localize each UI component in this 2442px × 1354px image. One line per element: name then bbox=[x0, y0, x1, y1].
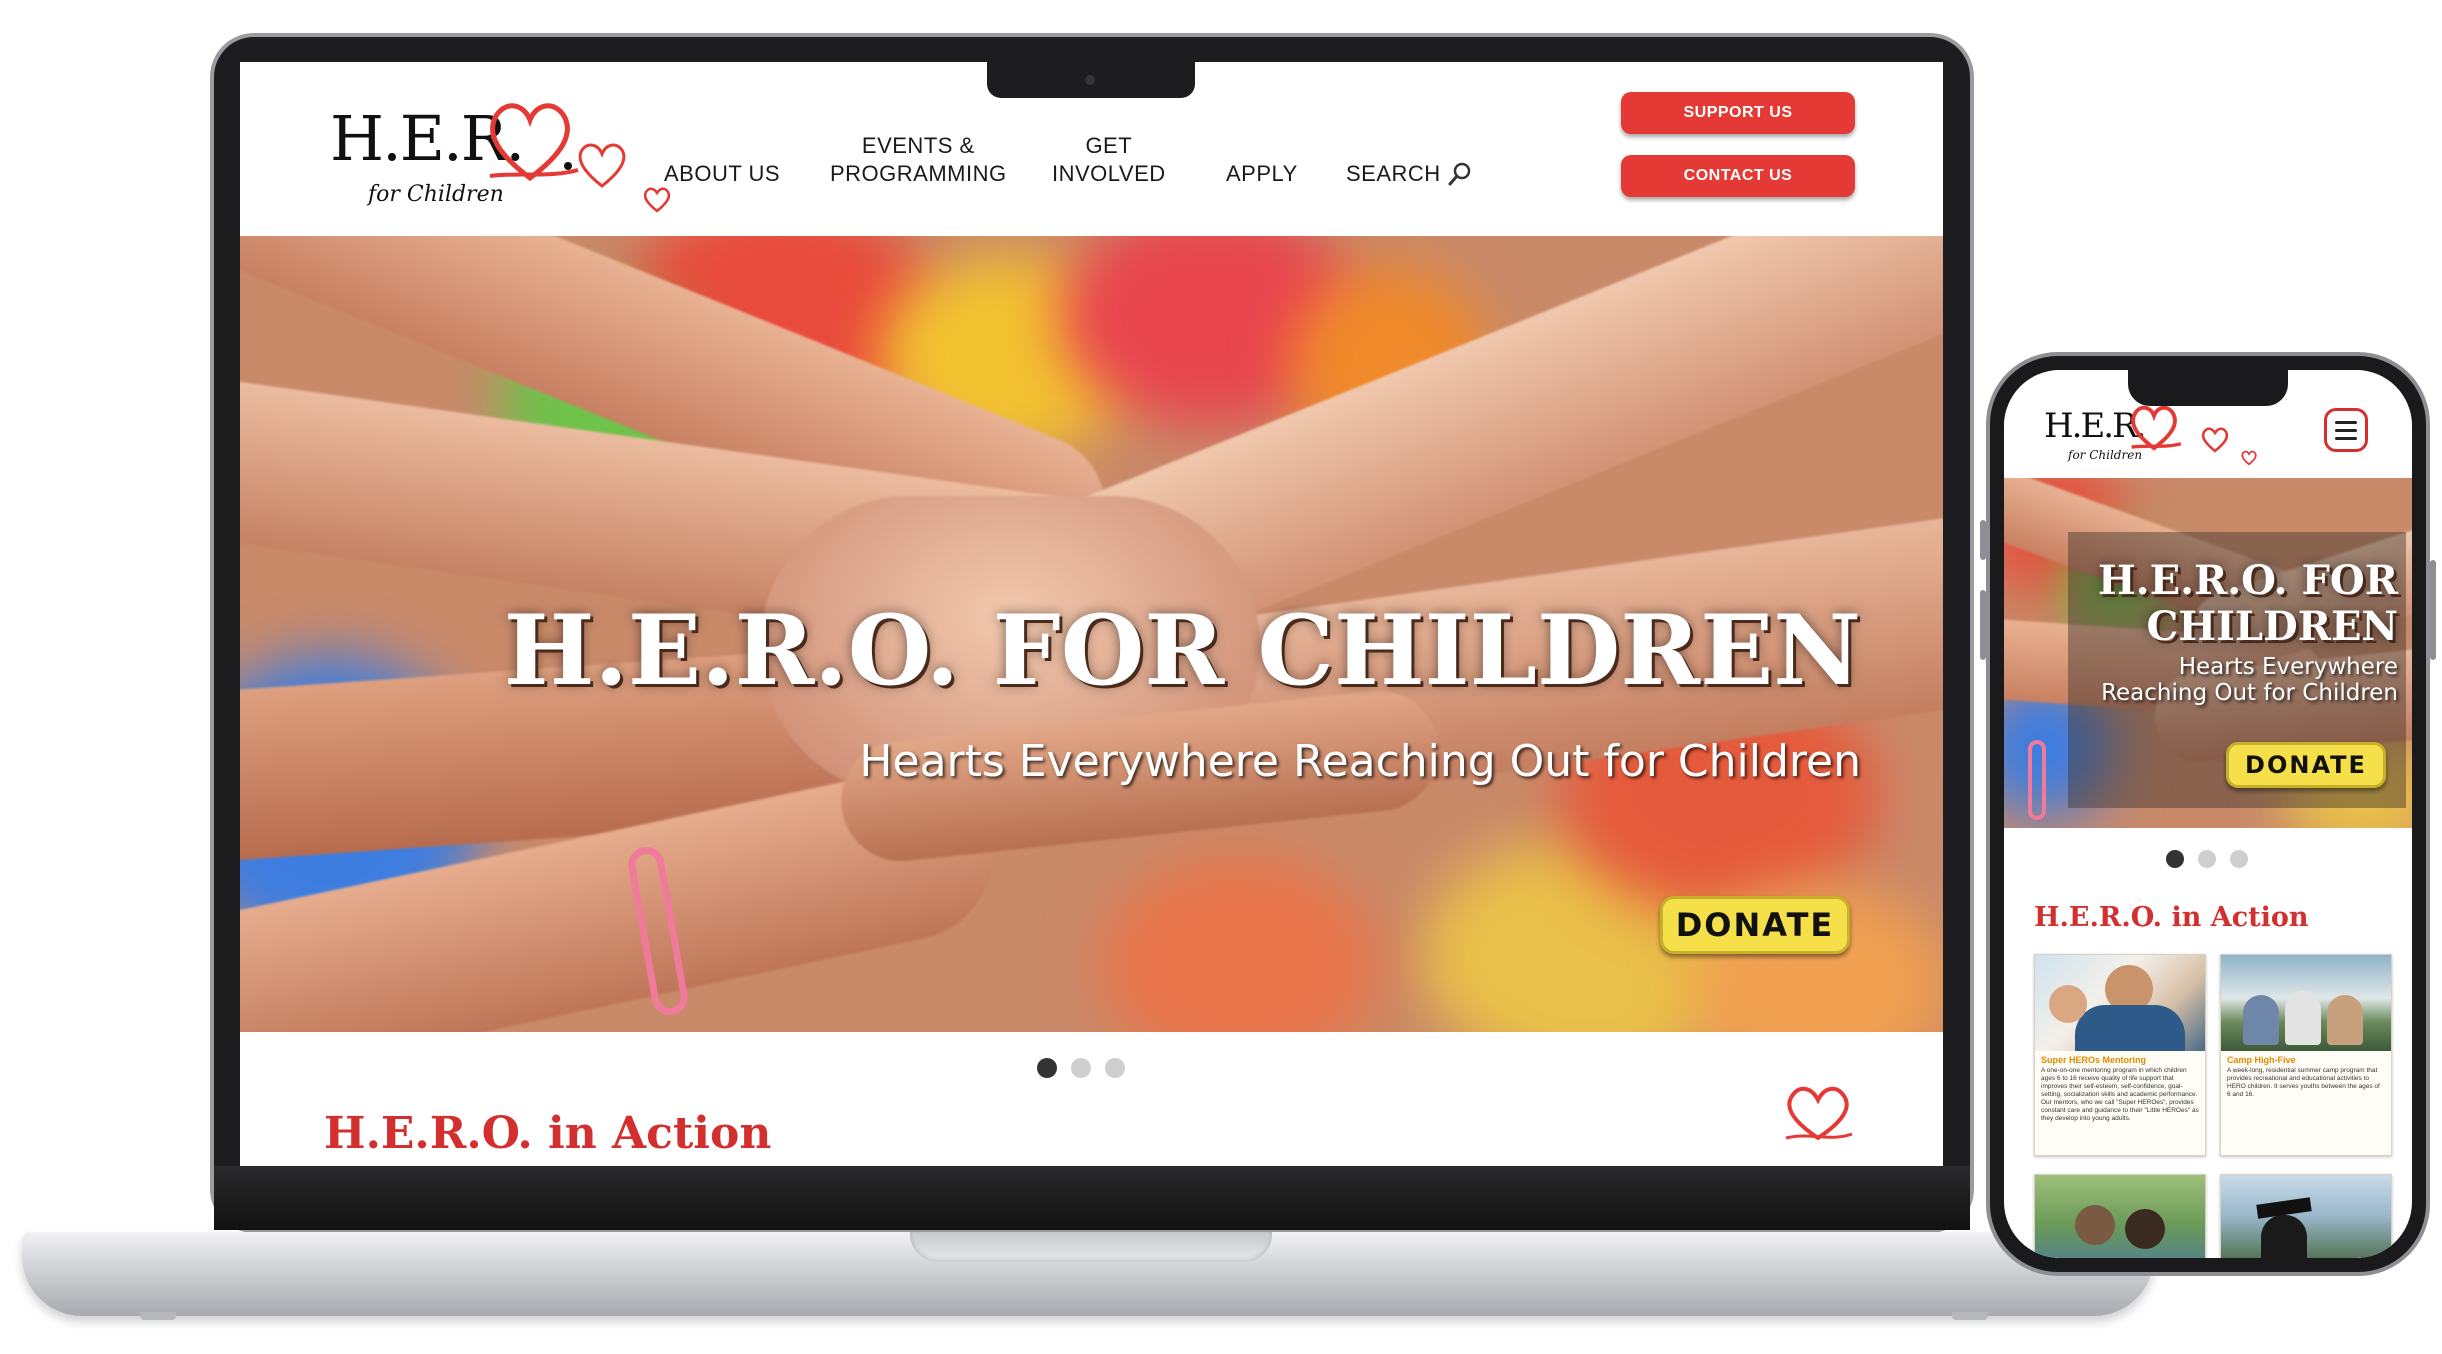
carousel-dot-2[interactable] bbox=[2198, 850, 2216, 868]
heart-icon bbox=[643, 187, 671, 213]
contact-us-label: CONTACT US bbox=[1683, 167, 1793, 184]
nav-get-involved[interactable]: GET INVOLVED bbox=[1052, 132, 1166, 188]
nav-events-label-line2: PROGRAMMING bbox=[830, 161, 1007, 186]
hamburger-menu-icon[interactable] bbox=[2324, 408, 2368, 452]
hero-banner: H.E.R.O. FOR CHILDREN Hearts Everywhere … bbox=[240, 236, 1943, 1032]
mobile-hero-subtitle: Hearts Everywhere Reaching Out for Child… bbox=[2101, 654, 2398, 706]
donate-button[interactable]: DONATE bbox=[1660, 896, 1850, 954]
nav-apply[interactable]: APPLY bbox=[1226, 160, 1298, 188]
mobile-carousel-indicators bbox=[2166, 850, 2248, 868]
card-title: Camp High-Five bbox=[2227, 1055, 2296, 1065]
carousel-indicators bbox=[1037, 1058, 1125, 1078]
mobile-hero-title: H.E.R.O. FOR CHILDREN bbox=[2098, 558, 2398, 650]
nav-apply-label: APPLY bbox=[1226, 161, 1298, 186]
device-mockup-stage: H.E.R. for Children ABOUT US EVENTS & PR… bbox=[0, 0, 2442, 1354]
program-card[interactable]: Super HEROs Mentoring A one-on-one mento… bbox=[2034, 954, 2206, 1156]
laptop-trackpad-lip bbox=[910, 1232, 1272, 1262]
laptop-foot bbox=[1952, 1312, 1988, 1320]
nav-events-programming[interactable]: EVENTS & PROGRAMMING bbox=[830, 132, 1007, 188]
camera-icon bbox=[1085, 75, 1095, 85]
hero-title: H.E.R.O. FOR CHILDREN bbox=[503, 594, 1861, 707]
mobile-donate-button[interactable]: DONATE bbox=[2226, 742, 2386, 788]
hero-subtitle: Hearts Everywhere Reaching Out for Child… bbox=[859, 736, 1861, 787]
heart-icon bbox=[2241, 450, 2257, 466]
program-card[interactable] bbox=[2220, 1174, 2392, 1258]
card-description: A week-long, residential summer camp pro… bbox=[2227, 1067, 2380, 1098]
logo-subtitle: for Children bbox=[368, 182, 504, 207]
mobile-hero-title-line1: H.E.R.O. FOR bbox=[2097, 557, 2398, 604]
card-title: Super HEROs Mentoring bbox=[2041, 1055, 2147, 1065]
search-icon bbox=[1448, 162, 1470, 186]
heart-icon bbox=[2201, 427, 2229, 453]
card-image bbox=[2221, 955, 2391, 1051]
carousel-dot-1[interactable] bbox=[1037, 1058, 1057, 1078]
mobile-hero-subtitle-line1: Hearts Everywhere bbox=[2178, 654, 2398, 680]
mobile-hero-title-line2: CHILDREN bbox=[2146, 603, 2398, 650]
mobile-section-title: H.E.R.O. in Action bbox=[2034, 902, 2309, 933]
nav-search[interactable]: SEARCH bbox=[1346, 160, 1473, 188]
contact-us-button[interactable]: CONTACT US bbox=[1621, 155, 1855, 197]
mobile-website: H.E.R. for Children H.E.R.O. FOR CHILDRE… bbox=[2004, 370, 2412, 1258]
nav-about-us[interactable]: ABOUT US bbox=[664, 160, 780, 188]
nav-events-label-line1: EVENTS & bbox=[861, 133, 975, 158]
menu-line bbox=[2335, 420, 2357, 424]
mobile-hero-banner: H.E.R.O. FOR CHILDREN Hearts Everywhere … bbox=[2004, 478, 2412, 828]
carousel-dot-3[interactable] bbox=[1105, 1058, 1125, 1078]
phone-side-button bbox=[2430, 560, 2436, 660]
heart-icon bbox=[1785, 1086, 1853, 1141]
nav-search-label: SEARCH bbox=[1346, 161, 1441, 186]
logo-heart-icon bbox=[489, 103, 579, 182]
mobile-hero-subtitle-line2: Reaching Out for Children bbox=[2101, 680, 2398, 706]
card-image bbox=[2221, 1175, 2391, 1258]
laptop-chin bbox=[214, 1166, 1970, 1230]
support-us-label: SUPPORT US bbox=[1683, 104, 1793, 121]
card-image bbox=[2035, 955, 2205, 1051]
phone-notch bbox=[2128, 370, 2288, 406]
support-us-button[interactable]: SUPPORT US bbox=[1621, 92, 1855, 134]
nav-get-label-line2: INVOLVED bbox=[1052, 161, 1166, 186]
heart-icon bbox=[578, 143, 626, 188]
laptop-notch bbox=[987, 62, 1195, 98]
carousel-dot-2[interactable] bbox=[1071, 1058, 1091, 1078]
carousel-dot-1[interactable] bbox=[2166, 850, 2184, 868]
site-logo[interactable]: H.E.R. for Children bbox=[330, 92, 600, 222]
program-card[interactable] bbox=[2034, 1174, 2206, 1258]
nav-get-label-line1: GET bbox=[1085, 133, 1133, 158]
program-card[interactable]: Camp High-Five A week-long, residential … bbox=[2220, 954, 2392, 1156]
laptop-foot bbox=[140, 1312, 176, 1320]
desktop-website: H.E.R. for Children ABOUT US EVENTS & PR… bbox=[240, 62, 1943, 1166]
mobile-logo-subtitle: for Children bbox=[2068, 448, 2143, 462]
section-title: H.E.R.O. in Action bbox=[324, 1108, 772, 1159]
menu-line bbox=[2335, 428, 2357, 432]
carousel-dot-3[interactable] bbox=[2230, 850, 2248, 868]
menu-line bbox=[2335, 436, 2357, 440]
mobile-donate-label: DONATE bbox=[2245, 751, 2367, 779]
card-description: A one-on-one mentoring program in which … bbox=[2041, 1067, 2199, 1122]
card-image bbox=[2035, 1175, 2205, 1258]
nav-about-label: ABOUT US bbox=[664, 161, 781, 186]
donate-label: DONATE bbox=[1675, 906, 1835, 944]
mobile-site-logo[interactable]: H.E.R. for Children bbox=[2044, 400, 2194, 470]
